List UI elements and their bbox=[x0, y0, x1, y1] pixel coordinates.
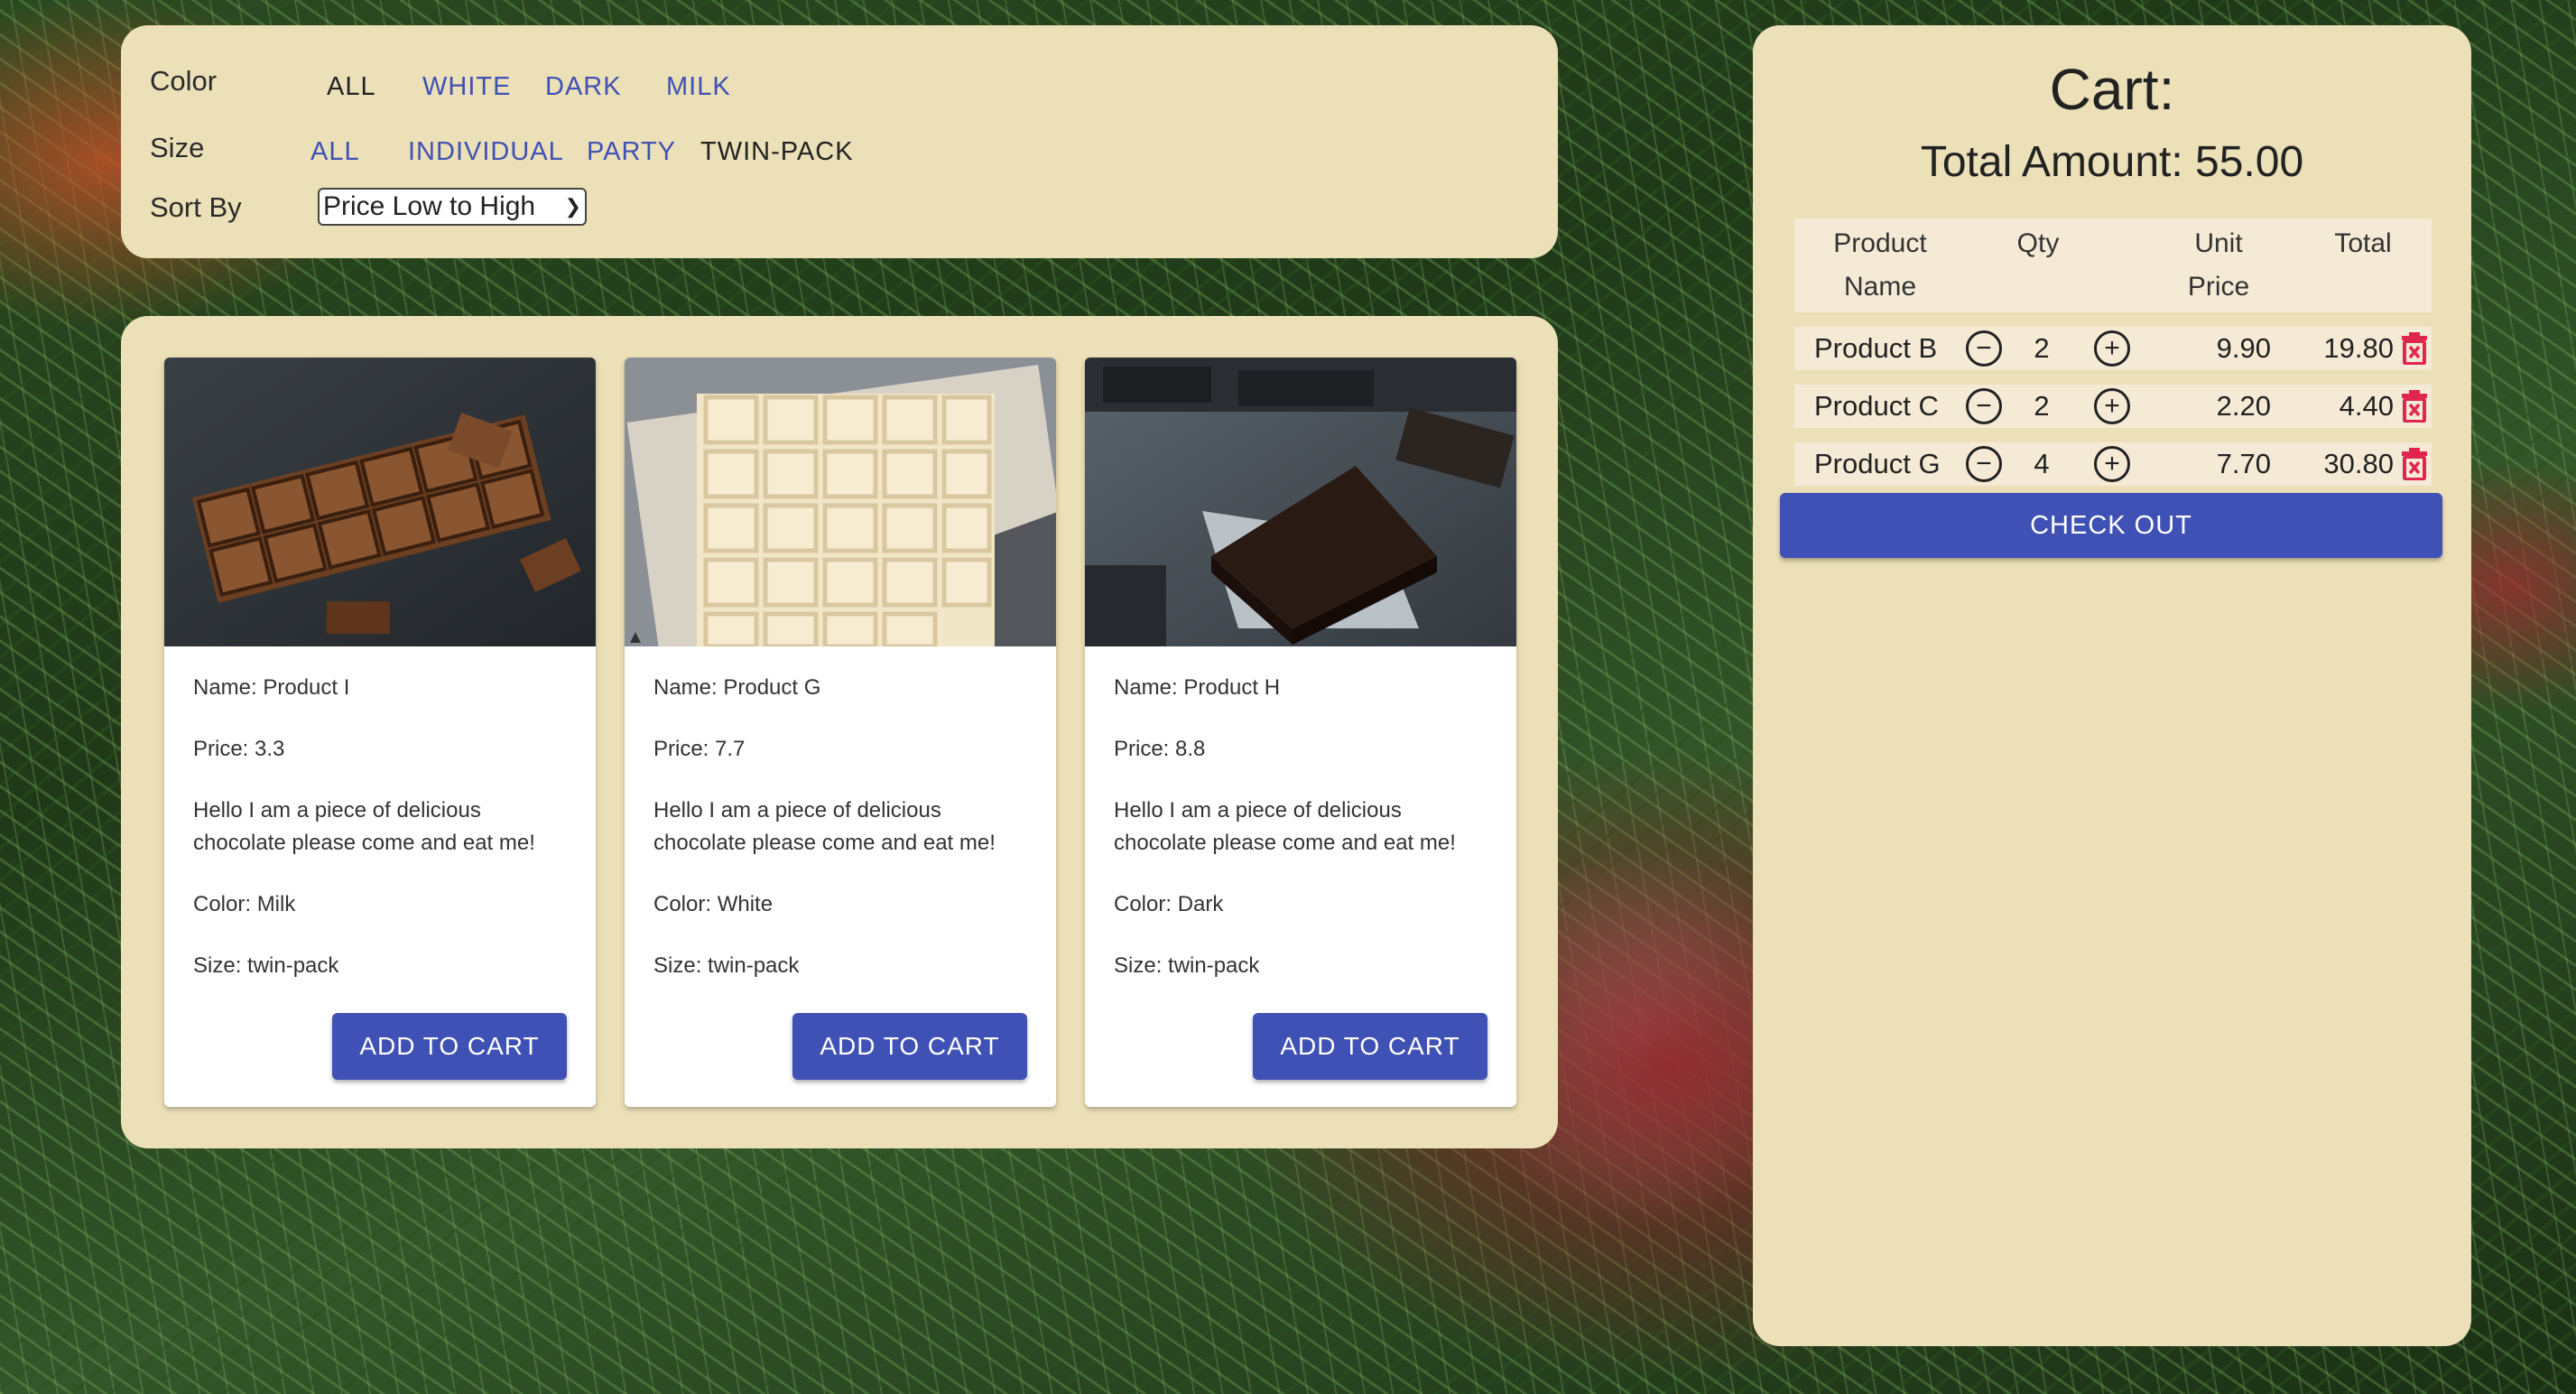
add-to-cart-button[interactable]: ADD TO CART bbox=[1253, 1013, 1487, 1080]
product-description-line-2: chocolate please come and eat me! bbox=[193, 831, 535, 855]
product-price: Price: 8.8 bbox=[1114, 737, 1206, 761]
header-total: Total bbox=[2334, 228, 2392, 258]
product-color: Color: Milk bbox=[193, 892, 296, 916]
product-size: Size: twin-pack bbox=[653, 953, 800, 978]
size-filter-label: Size bbox=[150, 132, 205, 163]
product-color: Color: Dark bbox=[1114, 892, 1224, 916]
product-name: Name: Product I bbox=[193, 675, 350, 700]
cart-title: Cart: bbox=[2049, 57, 2175, 122]
product-description-line-2: chocolate please come and eat me! bbox=[1114, 831, 1456, 855]
product-image-dark-chocolate bbox=[1085, 358, 1516, 646]
add-to-cart-button[interactable]: ADD TO CART bbox=[792, 1013, 1027, 1080]
product-card: Name: Product H Price: 8.8 Hello I am a … bbox=[1085, 358, 1516, 1107]
cart-line-total: 4.40 bbox=[2339, 390, 2394, 422]
color-option-milk[interactable]: MILK bbox=[666, 72, 731, 102]
cart-unit-price: 2.20 bbox=[2216, 390, 2271, 422]
plus-circle-icon[interactable]: + bbox=[2094, 330, 2130, 367]
products-panel: Name: Product I Price: 3.3 Hello I am a … bbox=[121, 316, 1558, 1148]
header-qty: Qty bbox=[2016, 228, 2060, 258]
size-option-individual[interactable]: INDIVIDUAL bbox=[408, 137, 564, 167]
cart-panel: Cart: Total Amount: 55.00 Product Name Q… bbox=[1753, 25, 2471, 1346]
minus-circle-icon[interactable]: − bbox=[1966, 446, 2002, 482]
filter-panel: Color ALL WHITE DARK MILK Size ALL INDIV… bbox=[121, 25, 1558, 258]
minus-circle-icon[interactable]: − bbox=[1966, 330, 2002, 367]
product-description-line-2: chocolate please come and eat me! bbox=[653, 831, 996, 855]
trash-icon[interactable] bbox=[2401, 390, 2428, 423]
cart-product-name: Product B bbox=[1814, 332, 1938, 364]
plus-circle-icon[interactable]: + bbox=[2094, 388, 2130, 424]
size-option-party[interactable]: PARTY bbox=[587, 137, 676, 167]
minus-circle-icon[interactable]: − bbox=[1966, 388, 2002, 424]
cart-qty: 2 bbox=[2034, 390, 2050, 422]
trash-icon[interactable] bbox=[2401, 448, 2428, 480]
trash-icon[interactable] bbox=[2401, 332, 2428, 365]
product-price: Price: 7.7 bbox=[653, 737, 746, 761]
product-size: Size: twin-pack bbox=[193, 953, 339, 978]
header-product: Product bbox=[1833, 228, 1927, 258]
cart-table: Product Name Qty Unit Price Total Produc… bbox=[1794, 218, 2432, 486]
cart-line-total: 30.80 bbox=[2323, 448, 2394, 479]
cart-qty: 4 bbox=[2034, 448, 2050, 479]
cart-product-name: Product C bbox=[1814, 390, 1939, 422]
product-color: Color: White bbox=[653, 892, 774, 916]
dropdown-chevron-icon: ❯ bbox=[564, 195, 581, 218]
sort-by-label: Sort By bbox=[150, 191, 242, 223]
header-unit: Unit bbox=[2194, 228, 2243, 258]
sort-select[interactable]: Price Low to High ❯ bbox=[318, 188, 587, 226]
add-to-cart-button[interactable]: ADD TO CART bbox=[332, 1013, 567, 1080]
product-description-line-1: Hello I am a piece of delicious bbox=[653, 798, 941, 822]
product-image-milk-chocolate bbox=[164, 358, 596, 646]
product-price: Price: 3.3 bbox=[193, 737, 285, 761]
cart-line-total: 19.80 bbox=[2323, 332, 2394, 364]
cart-product-name: Product G bbox=[1814, 448, 1941, 479]
cart-row: Product G − 4 + 7.70 30.80 bbox=[1794, 442, 2432, 486]
product-card: Name: Product G Price: 7.7 Hello I am a … bbox=[625, 358, 1056, 1107]
cart-qty: 2 bbox=[2034, 332, 2050, 364]
color-option-all[interactable]: ALL bbox=[327, 72, 376, 102]
cart-unit-price: 7.70 bbox=[2216, 448, 2271, 479]
color-option-dark[interactable]: DARK bbox=[545, 72, 622, 102]
header-product-name: Name bbox=[1843, 272, 1917, 302]
product-size: Size: twin-pack bbox=[1114, 953, 1260, 978]
cart-table-header: Product Name Qty Unit Price Total bbox=[1794, 218, 2432, 312]
plus-circle-icon[interactable]: + bbox=[2094, 446, 2130, 482]
product-description-line-1: Hello I am a piece of delicious bbox=[1114, 798, 1402, 822]
product-card: Name: Product I Price: 3.3 Hello I am a … bbox=[164, 358, 596, 1107]
size-option-twin-pack[interactable]: TWIN-PACK bbox=[700, 137, 854, 167]
cart-unit-price: 9.90 bbox=[2216, 332, 2271, 364]
product-name: Name: Product H bbox=[1114, 675, 1281, 700]
color-filter-label: Color bbox=[150, 65, 218, 97]
sort-select-value: Price Low to High bbox=[323, 191, 536, 221]
product-name: Name: Product G bbox=[653, 675, 821, 700]
cart-total-amount: Total Amount: 55.00 bbox=[1920, 138, 2304, 186]
size-option-all[interactable]: ALL bbox=[310, 137, 360, 167]
product-description-line-1: Hello I am a piece of delicious bbox=[193, 798, 481, 822]
product-image-white-chocolate bbox=[625, 358, 1056, 692]
cart-row: Product C − 2 + 2.20 4.40 bbox=[1794, 385, 2432, 428]
cart-row: Product B − 2 + 9.90 19.80 bbox=[1794, 327, 2432, 370]
header-unit-price: Price bbox=[2187, 272, 2250, 302]
color-option-white[interactable]: WHITE bbox=[422, 72, 511, 102]
checkout-button[interactable]: CHECK OUT bbox=[1780, 493, 2442, 558]
